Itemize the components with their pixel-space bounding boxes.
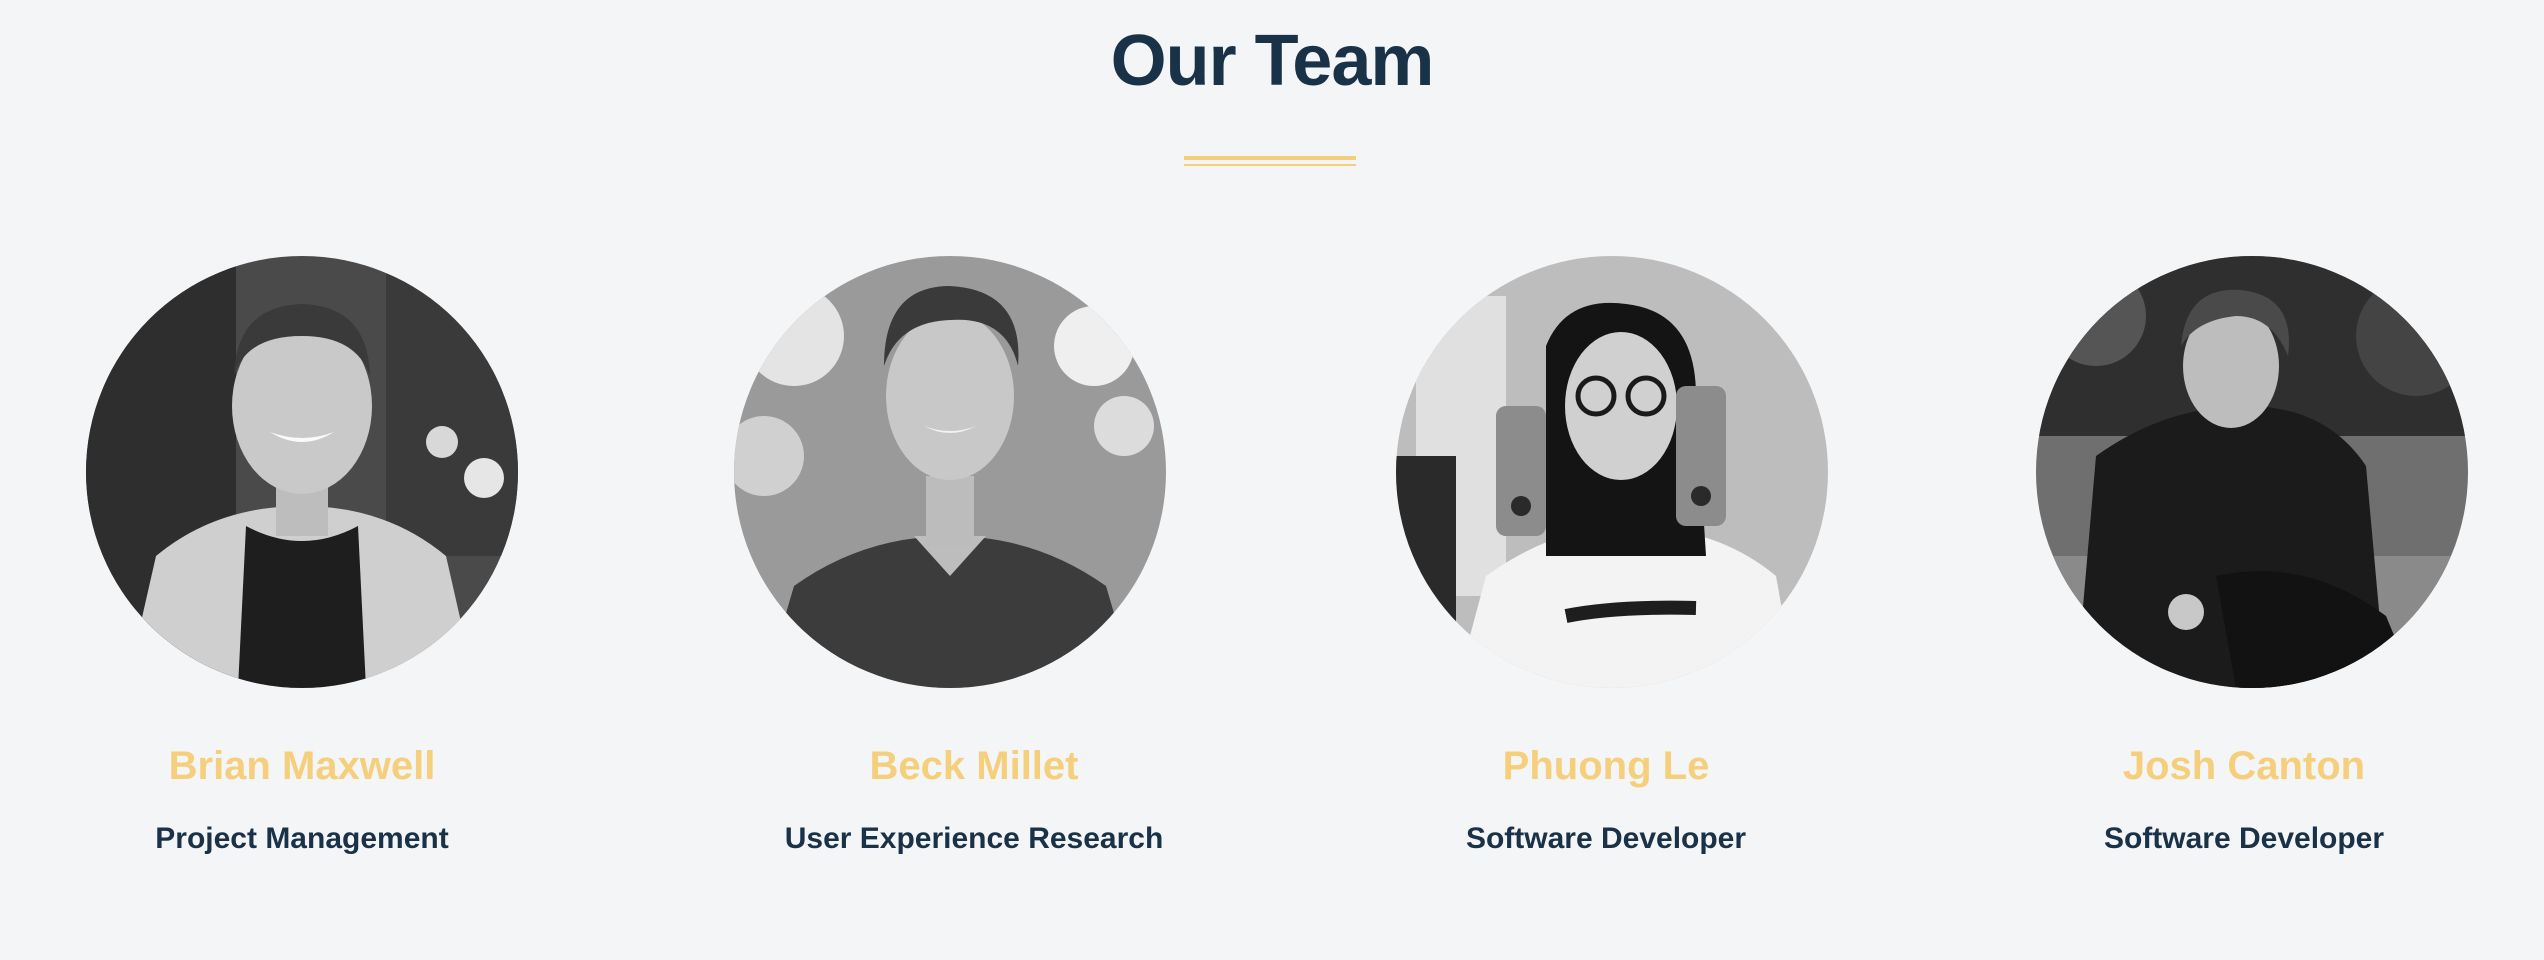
member-role: Software Developer [1465, 822, 1747, 855]
member-photo [86, 256, 518, 688]
title-underline-divider [1184, 156, 1356, 168]
section-title: Our Team [1110, 21, 1435, 101]
member-name: Beck Millet [869, 744, 1079, 788]
member-photo [2036, 256, 2468, 688]
member-role: User Experience Research [784, 822, 1164, 855]
member-photo [734, 256, 1166, 688]
member-name: Josh Canton [2122, 744, 2366, 788]
team-section: Our Team Brian Maxwell Project Managemen… [0, 0, 2544, 960]
member-name: Brian Maxwell [168, 744, 436, 788]
member-photo [1396, 256, 1828, 688]
member-name: Phuong Le [1502, 744, 1710, 788]
member-role: Project Management [155, 822, 449, 855]
member-role: Software Developer [2103, 822, 2385, 855]
